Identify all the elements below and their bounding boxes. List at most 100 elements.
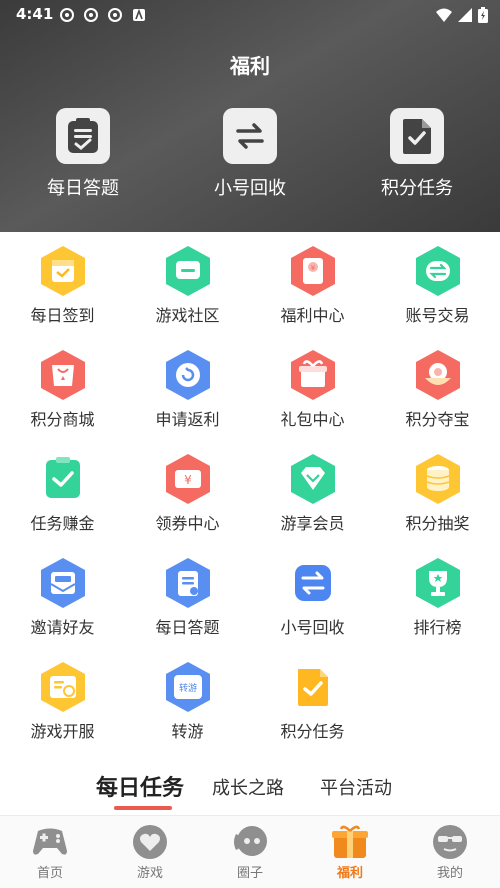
trophy-icon: [411, 556, 465, 610]
top-tool-label: 小号回收: [214, 178, 286, 199]
top-tool-points-task[interactable]: 积分任务: [352, 108, 482, 200]
nav-item-welfare[interactable]: 福利: [300, 824, 400, 881]
grid-item-server-open[interactable]: 游戏开服: [0, 648, 125, 748]
bottom-nav: 首页 游戏 圈子 福利 我的: [0, 815, 500, 888]
top-tool-label: 积分任务: [381, 178, 453, 199]
exchange-icon: [411, 244, 465, 298]
header: 4:41 福利 每日答题 小号回收 积分任务: [0, 0, 500, 232]
status-bar: 4:41: [0, 0, 500, 30]
diamond-icon: [286, 452, 340, 506]
notification-icon: [82, 6, 100, 24]
refund-icon: [161, 348, 215, 402]
grid-item-account-recycle[interactable]: 小号回收: [250, 544, 375, 644]
gift-box-icon: [330, 824, 370, 860]
gamepad-icon: [30, 824, 70, 860]
nav-item-label: 福利: [336, 866, 363, 881]
grid-item-transfer-game[interactable]: 转游 转游: [125, 648, 250, 748]
grid-item-welfare-center[interactable]: ¥ 福利中心: [250, 232, 375, 332]
document-check-icon: [390, 108, 444, 164]
clipboard-icon: [56, 108, 110, 164]
grid-item-label: 每日答题: [155, 618, 220, 637]
server-clock-icon: [36, 660, 90, 714]
top-tool-label: 每日答题: [47, 178, 119, 199]
nav-item-label: 圈子: [236, 866, 263, 881]
grid-item-coupon-center[interactable]: ¥ 领券中心: [125, 440, 250, 540]
grid-item-label: 积分任务: [280, 722, 345, 741]
grid-item-gift-center[interactable]: 礼包中心: [250, 336, 375, 436]
grid-item-label: 礼包中心: [280, 410, 345, 429]
nav-item-label: 我的: [436, 866, 463, 881]
coin-stack-icon: [411, 452, 465, 506]
grid-item-label: 积分夺宝: [405, 410, 470, 429]
grid-item-game-community[interactable]: 游戏社区: [125, 232, 250, 332]
clipboard-icon: [161, 556, 215, 610]
grid-item-label: 任务赚金: [30, 514, 95, 533]
grid-item-points-treasure[interactable]: 积分夺宝: [375, 336, 500, 436]
grid-item-label: 积分抽奖: [405, 514, 470, 533]
grid-item-daily-quiz[interactable]: 每日答题: [125, 544, 250, 644]
status-time: 4:41: [16, 5, 54, 23]
svg-text:转游: 转游: [178, 682, 196, 694]
notification-icon: [106, 6, 124, 24]
grid-item-label: 账号交易: [405, 306, 470, 325]
transfer-game-icon: 转游: [161, 660, 215, 714]
grid-item-label: 每日签到: [30, 306, 95, 325]
grid-item-points-lottery[interactable]: 积分抽奖: [375, 440, 500, 540]
chat-bubble-icon: [230, 824, 270, 860]
svg-text:¥: ¥: [310, 264, 315, 272]
task-tabs: 每日任务 成长之路 平台活动: [0, 770, 500, 814]
signal-icon: [458, 8, 472, 26]
grid-item-label: 游享会员: [280, 514, 345, 533]
grid-item-points-mall[interactable]: 积分商城: [0, 336, 125, 436]
app-notification-icon: [130, 6, 148, 24]
wifi-icon: [436, 8, 452, 26]
tab-growth-path[interactable]: 成长之路: [212, 774, 284, 800]
sunglasses-face-icon: [430, 824, 470, 860]
grid-item-label: 转游: [171, 722, 204, 741]
invite-mail-icon: [36, 556, 90, 610]
grid-item-apply-rebate[interactable]: 申请返利: [125, 336, 250, 436]
grid-item-vip-member[interactable]: 游享会员: [250, 440, 375, 540]
task-check-icon: [36, 452, 90, 506]
coupon-icon: ¥: [161, 452, 215, 506]
battery-icon: [478, 7, 488, 27]
calendar-check-icon: [36, 244, 90, 298]
nav-item-home[interactable]: 首页: [0, 824, 100, 881]
grid-item-label: 游戏开服: [30, 722, 95, 741]
nav-item-games[interactable]: 游戏: [100, 824, 200, 881]
page-title: 福利: [230, 54, 270, 78]
active-tab-indicator: [114, 806, 172, 810]
grid-item-daily-checkin[interactable]: 每日签到: [0, 232, 125, 332]
nav-item-circle[interactable]: 圈子: [200, 824, 300, 881]
grid-item-invite-friends[interactable]: 邀请好友: [0, 544, 125, 644]
nav-item-label: 游戏: [136, 866, 163, 881]
top-tool-daily-quiz[interactable]: 每日答题: [18, 108, 148, 200]
shopping-bag-icon: [36, 348, 90, 402]
grid-item-label: 申请返利: [155, 410, 220, 429]
nav-item-label: 首页: [36, 866, 63, 881]
grid-item-label: 领券中心: [155, 514, 220, 533]
red-envelope-icon: ¥: [286, 244, 340, 298]
grid-item-label: 邀请好友: [30, 618, 95, 637]
grid-item-task-earn[interactable]: 任务赚金: [0, 440, 125, 540]
tab-platform-events[interactable]: 平台活动: [320, 774, 392, 800]
swap-icon: [223, 108, 277, 164]
grid-item-leaderboard[interactable]: 排行榜: [375, 544, 500, 644]
gift-icon: [286, 348, 340, 402]
svg-text:¥: ¥: [184, 473, 192, 487]
heart-icon: [130, 824, 170, 860]
grid-item-points-task[interactable]: 积分任务: [250, 648, 375, 748]
grid-item-account-trade[interactable]: 账号交易: [375, 232, 500, 332]
grid-item-label: 排行榜: [413, 618, 462, 637]
document-check-icon: [286, 660, 340, 714]
nav-item-me[interactable]: 我的: [400, 824, 500, 881]
top-tools: 每日答题 小号回收 积分任务: [0, 108, 500, 208]
grid-item-label: 游戏社区: [155, 306, 220, 325]
grid-item-label: 福利中心: [280, 306, 345, 325]
top-tool-account-recycle[interactable]: 小号回收: [185, 108, 315, 200]
tab-daily-tasks[interactable]: 每日任务: [96, 770, 184, 802]
chat-icon: [161, 244, 215, 298]
swap-icon: [286, 556, 340, 610]
notification-icon: [58, 6, 76, 24]
grid-item-label: 小号回收: [280, 618, 345, 637]
